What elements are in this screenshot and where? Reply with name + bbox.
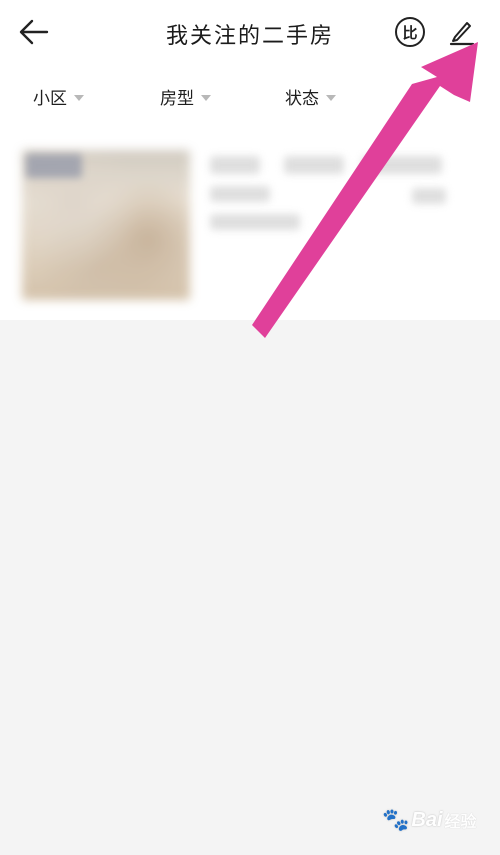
- compare-icon: 比: [402, 23, 418, 42]
- filter-sort-label: 排: [410, 89, 427, 109]
- listing-info-blurred: [210, 186, 270, 202]
- caret-down-icon: [74, 94, 84, 101]
- paw-icon: 🐾: [382, 807, 410, 832]
- listing-price-blurred: [210, 214, 300, 230]
- filter-room-type-label: 房型: [160, 89, 194, 109]
- caret-down-icon: [201, 94, 211, 101]
- listing-area: [0, 128, 500, 320]
- compare-button[interactable]: 比: [395, 17, 425, 47]
- filter-room-type[interactable]: 房型: [160, 84, 211, 109]
- filter-bar: 小区 房型 状态 排: [0, 64, 500, 128]
- baidu-watermark: 🐾 Bai 经验: [382, 800, 477, 840]
- listing-title-blurred: [362, 156, 442, 174]
- page-title: 我关注的二手房: [165, 24, 334, 49]
- filter-status-label: 状态: [285, 89, 319, 109]
- top-bar: 我关注的二手房 比: [0, 0, 500, 64]
- listing-title-blurred: [284, 156, 344, 174]
- listing-tag-blurred: [26, 154, 82, 178]
- filter-community-label: 小区: [33, 89, 67, 109]
- listing-title-blurred: [210, 156, 260, 174]
- list-item[interactable]: [22, 150, 482, 300]
- listing-info-blurred: [412, 188, 446, 204]
- filter-status[interactable]: 状态: [285, 84, 336, 109]
- filter-community[interactable]: 小区: [33, 84, 84, 109]
- caret-down-icon: [326, 94, 336, 101]
- filter-sort[interactable]: 排: [410, 84, 427, 109]
- watermark-brand: Bai: [411, 808, 443, 831]
- edit-button[interactable]: [448, 16, 476, 46]
- edit-pencil-icon: [449, 22, 475, 46]
- watermark-suffix: 经验: [444, 814, 477, 831]
